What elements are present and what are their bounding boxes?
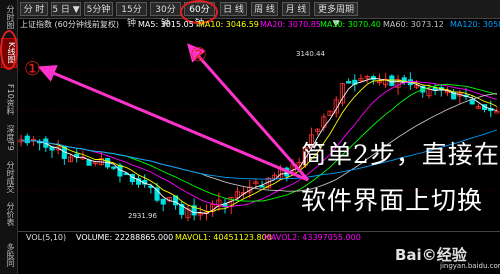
tab-weekly[interactable]: 周 线 [251,2,278,16]
candle-body [494,111,500,114]
baidu-jingyan-url: jingyan.baidu.com [440,262,500,270]
volume-legend: VOL(5,10) VOLUME: 22288865.000 MAVOL1: 4… [18,231,500,243]
arrow-to-kline [37,65,309,182]
step-1-marker: ① [24,58,42,80]
vol-volume: VOLUME: 22288865.000 [76,233,174,242]
legend-ma30: MA30: 3070.40 [320,20,381,29]
sidebar-item-timeshare[interactable]: 分时图 [1,2,15,32]
period-toolbar: 分 时 5 日 ▼ 5分钟 15分钟 30分钟 60分钟 日 线 周 线 月 线… [18,0,500,29]
vol-label: VOL(5,10) [26,233,67,242]
sidebar-item-multi-stock[interactable]: 多股同 [1,240,15,270]
legend-ma60: MA60: 3073.12 [383,20,444,29]
sidebar-item-price-table[interactable]: 分价表 [1,200,15,228]
sidebar-item-tick-trades[interactable]: 分时成交 [1,158,15,196]
high-price-label: 3140.44 [296,50,325,58]
candle-body [160,198,166,205]
highlight-circle-kline [0,30,18,70]
sidebar-item-f10[interactable]: F10资料 [1,82,15,116]
low-price-label: 2931.96 [128,212,157,220]
vol-mavol1: MAVOL1: 40451123.800 [175,233,272,242]
candle-body [86,159,92,166]
arrow-to-60min [187,43,310,181]
indicator-legend: 上证指数 (60分钟线前复权) MA5: 3015.05 MA10: 3046.… [18,19,500,30]
tab-daily[interactable]: 日 线 [220,2,247,16]
overlay-caption-line1: 简单2步，直接在 [301,140,500,169]
legend-ma5: MA5: 3015.05 [138,20,194,29]
legend-ma120: MA120: 3058 [450,20,500,29]
tab-15min[interactable]: 15分钟 [116,2,147,29]
tab-more-periods[interactable]: 更多周期▼ [314,2,358,29]
legend-title: 上证指数 (60分钟线前复权) [20,20,119,29]
legend-ma20: MA20: 3070.85 [260,20,321,29]
sidebar-item-depth-f9[interactable]: 深度F9 [1,122,15,154]
vol-mavol2: MAVOL2: 43397055.000 [264,233,361,242]
legend-ma10: MA10: 3046.59 [198,20,259,29]
tab-monthly[interactable]: 月 线 [282,2,310,16]
tab-5min[interactable]: 5分钟 [84,2,113,16]
tab-5day[interactable]: 5 日 ▼ [51,2,81,16]
overlay-caption-line2: 软件界面上切换 [301,186,484,215]
candle-body [259,185,265,188]
candle-body [111,166,117,169]
step-2-marker: ② [190,44,208,66]
tab-30min[interactable]: 30分钟 [150,2,181,29]
tab-timeshare[interactable]: 分 时 [20,2,48,16]
candle-body [389,75,395,86]
candle-body [346,81,352,84]
